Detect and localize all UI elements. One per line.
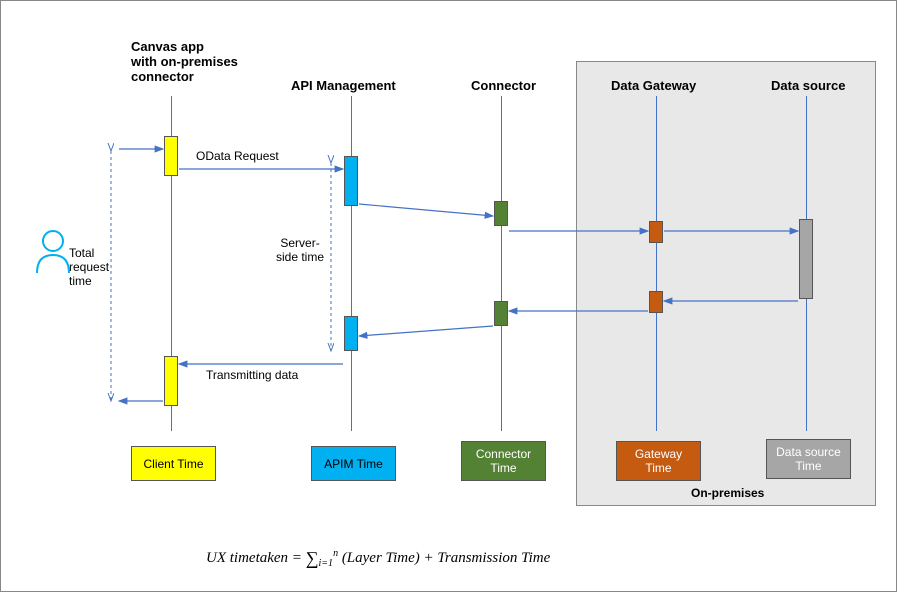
formula-sup: n [333,548,338,559]
label-onpremises: On-premises [691,486,764,500]
lifeline-gateway [656,96,657,431]
formula-right: (Layer Time) + Transmission Time [342,550,550,566]
label-odata: OData Request [196,149,279,163]
legend-client: Client Time [131,446,216,481]
legend-apim: APIM Time [311,446,396,481]
header-gateway: Data Gateway [611,78,696,93]
sigma-symbol: ∑ [306,548,319,568]
act-connector-bottom [494,301,508,326]
act-datasource [799,219,813,299]
act-gateway-bottom [649,291,663,313]
header-datasource: Data source [771,78,845,93]
formula: UX timetaken = ∑i=1n (Layer Time) + Tran… [206,546,550,569]
act-apim-bottom [344,316,358,351]
label-server-side: Server- side time [276,236,324,264]
act-gateway-top [649,221,663,243]
legend-datasource: Data source Time [766,439,851,479]
lifeline-connector [501,96,502,431]
formula-left: UX timetaken = [206,550,306,566]
diagram-canvas: Canvas app with on-premises connector AP… [0,0,897,592]
act-apim-top [344,156,358,206]
label-transmitting: Transmitting data [206,368,298,382]
act-client-top [164,136,178,176]
act-connector-top [494,201,508,226]
label-total-request: Total request time [69,246,109,288]
legend-gateway: Gateway Time [616,441,701,481]
header-apim: API Management [291,78,396,93]
legend-connector: Connector Time [461,441,546,481]
header-connector: Connector [471,78,536,93]
formula-sub: i=1 [319,558,334,569]
lifeline-apim [351,96,352,431]
act-client-bottom [164,356,178,406]
user-icon [37,231,69,273]
header-canvas: Canvas app with on-premises connector [131,39,261,84]
